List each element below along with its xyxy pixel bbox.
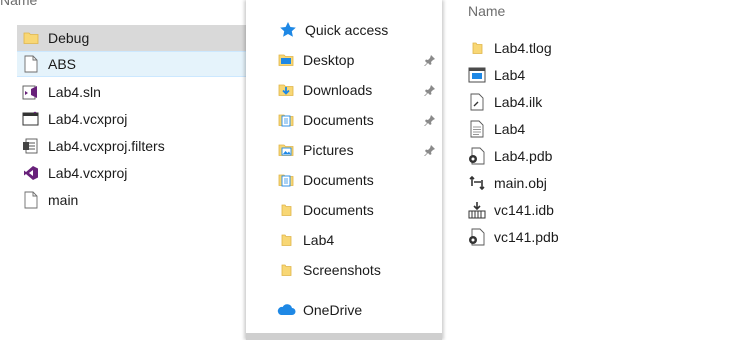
- horizontal-scrollbar[interactable]: [246, 333, 442, 340]
- quick-access-item[interactable]: Quick access: [278, 17, 444, 43]
- file-name: Lab4.tlog: [494, 40, 552, 56]
- file-name: Debug: [48, 30, 90, 46]
- nav-item-downloads[interactable]: Downloads: [276, 77, 442, 103]
- file-name: Lab4.vcxproj.filters: [48, 138, 165, 154]
- visual-studio-project-icon: [21, 163, 41, 183]
- pin-icon[interactable]: [422, 52, 438, 68]
- file-name: vc141.idb: [494, 202, 554, 218]
- blank-file-icon: [21, 54, 41, 74]
- nav-item-label: Documents: [303, 172, 374, 188]
- folder-icon: [276, 260, 296, 280]
- nav-item-lab4[interactable]: Lab4: [276, 227, 442, 253]
- list-item[interactable]: Lab4.sln: [17, 79, 246, 105]
- documents-folder-icon: [276, 110, 296, 130]
- blank-file-icon: [21, 190, 41, 210]
- nav-item-label: Desktop: [303, 52, 355, 68]
- list-item[interactable]: Lab4.vcxproj: [17, 106, 246, 132]
- project-window-icon: [21, 109, 41, 129]
- documents-folder-icon: [276, 170, 296, 190]
- nav-item-folder[interactable]: Documents: [276, 197, 442, 223]
- list-item[interactable]: Lab4.tlog: [467, 35, 717, 61]
- nav-item-documents[interactable]: Documents: [276, 167, 442, 193]
- nav-item-documents[interactable]: Documents: [276, 107, 442, 133]
- list-item[interactable]: main.obj: [467, 170, 717, 196]
- name-column-header[interactable]: Name: [468, 3, 505, 19]
- idb-file-icon: [467, 200, 487, 220]
- pdb-file-icon: [467, 146, 487, 166]
- nav-item-onedrive[interactable]: OneDrive: [276, 297, 442, 323]
- file-name: Lab4.ilk: [494, 94, 543, 110]
- application-icon: [467, 65, 487, 85]
- file-name: Lab4.pdb: [494, 148, 553, 164]
- downloads-folder-icon: [276, 80, 296, 100]
- file-name: main: [48, 192, 79, 208]
- star-icon: [278, 20, 298, 40]
- cloud-icon: [276, 300, 296, 320]
- file-name: Lab4.vcxproj: [48, 165, 128, 181]
- file-name: ABS: [48, 56, 77, 72]
- text-file-icon: [467, 119, 487, 139]
- list-item[interactable]: Lab4.vcxproj.filters: [17, 133, 246, 159]
- quick-access-label: Quick access: [305, 22, 389, 38]
- file-name: Lab4: [494, 121, 526, 137]
- list-item[interactable]: main: [17, 187, 246, 213]
- nav-item-label: Downloads: [303, 82, 373, 98]
- pin-icon[interactable]: [422, 112, 438, 128]
- visual-studio-solution-icon: [21, 82, 41, 102]
- list-item[interactable]: Debug: [17, 25, 246, 51]
- folder-icon: [276, 230, 296, 250]
- nav-item-label: Documents: [303, 202, 374, 218]
- nav-item-label: Pictures: [303, 142, 354, 158]
- folder-icon: [21, 28, 41, 48]
- list-item[interactable]: Lab4: [467, 116, 717, 142]
- desktop-folder-icon: [276, 50, 296, 70]
- file-name: main.obj: [494, 175, 547, 191]
- nav-item-screenshots[interactable]: Screenshots: [276, 257, 442, 283]
- pictures-folder-icon: [276, 140, 296, 160]
- nav-item-label: OneDrive: [303, 302, 363, 318]
- ilk-file-icon: [467, 92, 487, 112]
- right-file-list: Name Lab4.tlog Lab4 Lab4.ilk Lab4 Lab4.p…: [442, 0, 729, 340]
- file-name: Lab4.sln: [48, 84, 101, 100]
- nav-item-label: Documents: [303, 112, 374, 128]
- file-name: Lab4.vcxproj: [48, 111, 128, 127]
- list-item[interactable]: vc141.idb: [467, 197, 717, 223]
- filters-file-icon: [21, 136, 41, 156]
- list-item[interactable]: Lab4.pdb: [467, 143, 717, 169]
- list-item[interactable]: vc141.pdb: [467, 224, 717, 250]
- nav-item-desktop[interactable]: Desktop: [276, 47, 442, 73]
- nav-item-label: Screenshots: [303, 262, 381, 278]
- file-name: vc141.pdb: [494, 229, 559, 245]
- name-column-header[interactable]: Name: [0, 0, 37, 8]
- list-item[interactable]: Lab4: [467, 62, 717, 88]
- list-item[interactable]: Lab4.ilk: [467, 89, 717, 115]
- folder-icon: [467, 38, 487, 58]
- list-item[interactable]: ABS: [17, 51, 246, 77]
- left-file-list: Name Debug ABS Lab4.sln Lab4.vcxproj Lab…: [0, 0, 246, 340]
- pin-icon[interactable]: [422, 142, 438, 158]
- obj-file-icon: [467, 173, 487, 193]
- file-name: Lab4: [494, 67, 526, 83]
- navigation-pane: Quick access Desktop Downloads Documents: [246, 0, 442, 340]
- folder-icon: [276, 200, 296, 220]
- pin-icon[interactable]: [422, 82, 438, 98]
- nav-item-label: Lab4: [303, 232, 335, 248]
- list-item[interactable]: Lab4.vcxproj: [17, 160, 246, 186]
- pdb-file-icon: [467, 227, 487, 247]
- nav-item-pictures[interactable]: Pictures: [276, 137, 442, 163]
